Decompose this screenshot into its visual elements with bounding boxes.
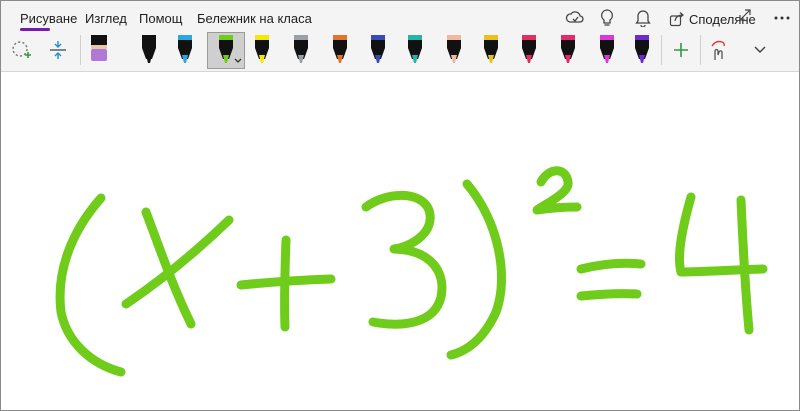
pen-violet-button[interactable] (630, 33, 654, 67)
pen-black-button[interactable] (137, 33, 161, 67)
toolbar-divider (80, 35, 81, 65)
pen-icon (600, 35, 614, 63)
pen-icon (447, 35, 461, 63)
lightbulb-icon[interactable] (596, 7, 618, 29)
touch-drawing-icon[interactable] (705, 37, 731, 63)
equals-bottom-stroke (576, 289, 642, 301)
pen-icon (255, 35, 269, 63)
tab-help[interactable]: Помощ (139, 11, 182, 26)
open-paren-stroke (55, 193, 126, 377)
digit-three-stroke (361, 190, 447, 329)
pen-blue-button[interactable] (173, 33, 197, 67)
ribbon-tabs: Рисуване Изглед Помощ Бележник на класа … (1, 1, 799, 31)
pen-icon (522, 35, 536, 63)
more-options-icon[interactable] (771, 7, 793, 29)
pen-icon (91, 35, 107, 61)
bell-icon[interactable] (632, 7, 654, 29)
insert-space-icon[interactable] (45, 37, 71, 63)
pen-icon (142, 35, 156, 63)
pen-icon (294, 35, 308, 63)
sync-status-icon[interactable] (564, 7, 586, 29)
drawing-canvas[interactable] (1, 72, 799, 410)
share-icon (669, 11, 685, 27)
tab-draw[interactable]: Рисуване (20, 11, 77, 26)
pen-galaxy-button[interactable] (366, 33, 390, 67)
pen-silver-button[interactable] (289, 33, 313, 67)
lasso-select-icon[interactable] (9, 37, 35, 63)
four-vertical-stroke (736, 195, 754, 335)
pen-icon (371, 35, 385, 63)
tab-view[interactable]: Изглед (85, 11, 127, 26)
pen-yellow-highlighter-button[interactable] (250, 33, 274, 67)
pen-icon (635, 35, 649, 63)
pen-icon (561, 35, 575, 63)
pen-pink-red-button[interactable] (517, 33, 541, 67)
equals-top-stroke (576, 258, 646, 274)
pen-green-selected-button[interactable] (207, 32, 245, 69)
draw-toolbar (1, 31, 799, 72)
toolbar-divider (700, 35, 701, 65)
exponent-two-stroke (532, 166, 582, 215)
close-paren-stroke (446, 179, 506, 360)
chevron-down-icon[interactable] (747, 37, 773, 63)
pen-peach-button[interactable] (442, 33, 466, 67)
pen-icon (219, 35, 242, 63)
pen-icon (178, 35, 192, 63)
pen-icon (408, 35, 422, 63)
pen-purple-highlighter-button[interactable] (87, 33, 111, 67)
four-diagonal-stroke (674, 192, 768, 277)
pen-icon (333, 35, 347, 63)
pen-teal-button[interactable] (403, 33, 427, 67)
plus-vertical-stroke (280, 235, 291, 332)
pen-icon (484, 35, 498, 63)
add-pen-icon[interactable] (668, 37, 694, 63)
expand-icon[interactable] (734, 4, 756, 26)
app-window: Рисуване Изглед Помощ Бележник на класа … (0, 0, 800, 411)
pen-gold-button[interactable] (479, 33, 503, 67)
pen-hot-pink-button[interactable] (556, 33, 580, 67)
pen-rainbow-button[interactable] (328, 33, 352, 67)
pen-magenta-highlighter-button[interactable] (595, 33, 619, 67)
toolbar-divider (661, 35, 662, 65)
tab-class-notebook[interactable]: Бележник на класа (197, 11, 312, 26)
handwritten-equation (55, 166, 768, 377)
